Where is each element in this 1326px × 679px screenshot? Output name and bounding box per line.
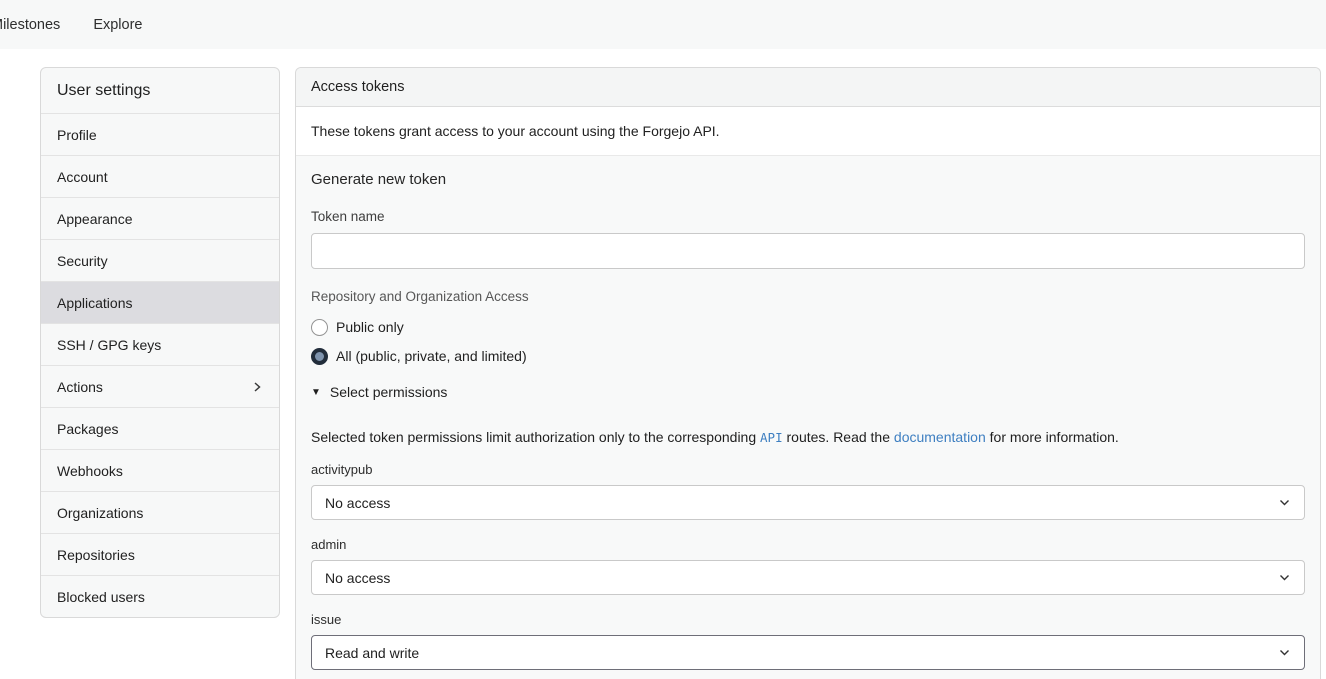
generate-token-form: Generate new token Token name Repository… (296, 156, 1320, 679)
sidebar-item-profile[interactable]: Profile (41, 113, 279, 155)
chevron-right-icon (251, 381, 263, 393)
sidebar-item-appearance[interactable]: Appearance (41, 197, 279, 239)
chevron-down-icon (1278, 646, 1291, 659)
selected-value: No access (325, 570, 390, 586)
documentation-link[interactable]: documentation (894, 429, 986, 445)
api-link[interactable]: API (760, 430, 783, 445)
sidebar-item-applications[interactable]: Applications (41, 281, 279, 323)
radio-checked-icon (311, 348, 328, 365)
selected-value: No access (325, 495, 390, 511)
nav-item-explore[interactable]: Explore (93, 17, 142, 33)
radio-all-access[interactable]: All (public, private, and limited) (311, 344, 1305, 368)
form-section-title: Generate new token (311, 171, 1305, 188)
perm-select-activitypub[interactable]: No access (311, 485, 1305, 520)
radio-unchecked-icon (311, 319, 328, 336)
sidebar-item-blocked-users[interactable]: Blocked users (41, 575, 279, 617)
chevron-down-icon (1278, 496, 1291, 509)
perm-group-activitypub: activitypub No access (311, 462, 1305, 520)
sidebar-item-packages[interactable]: Packages (41, 407, 279, 449)
top-navbar: Milestones Explore (0, 0, 1326, 49)
sidebar-item-security[interactable]: Security (41, 239, 279, 281)
sidebar-item-repositories[interactable]: Repositories (41, 533, 279, 575)
select-permissions-toggle[interactable]: ▼ Select permissions (311, 384, 1305, 400)
panel-description: These tokens grant access to your accoun… (296, 107, 1320, 156)
perm-group-admin: admin No access (311, 537, 1305, 595)
perm-label-admin: admin (311, 537, 1305, 552)
repo-org-access-label: Repository and Organization Access (311, 289, 1305, 304)
perm-label-activitypub: activitypub (311, 462, 1305, 477)
token-name-input[interactable] (311, 233, 1305, 269)
selected-value: Read and write (325, 645, 419, 661)
nav-item-milestones[interactable]: Milestones (0, 17, 60, 33)
access-tokens-panel: Access tokens These tokens grant access … (295, 67, 1321, 679)
sidebar-title: User settings (41, 68, 279, 113)
sidebar-item-webhooks[interactable]: Webhooks (41, 449, 279, 491)
settings-sidebar: User settings Profile Account Appearance… (40, 67, 280, 618)
radio-public-only[interactable]: Public only (311, 315, 1305, 339)
perm-select-admin[interactable]: No access (311, 560, 1305, 595)
permissions-note: Selected token permissions limit authori… (311, 429, 1305, 445)
sidebar-item-organizations[interactable]: Organizations (41, 491, 279, 533)
select-permissions-label: Select permissions (330, 384, 448, 400)
sidebar-item-actions[interactable]: Actions (41, 365, 279, 407)
perm-label-issue: issue (311, 612, 1305, 627)
triangle-down-icon: ▼ (311, 387, 321, 398)
perm-select-issue[interactable]: Read and write (311, 635, 1305, 670)
sidebar-item-account[interactable]: Account (41, 155, 279, 197)
panel-title: Access tokens (296, 68, 1320, 107)
sidebar-item-ssh-gpg-keys[interactable]: SSH / GPG keys (41, 323, 279, 365)
token-name-label: Token name (311, 209, 1305, 224)
perm-group-issue: issue Read and write (311, 612, 1305, 670)
chevron-down-icon (1278, 571, 1291, 584)
